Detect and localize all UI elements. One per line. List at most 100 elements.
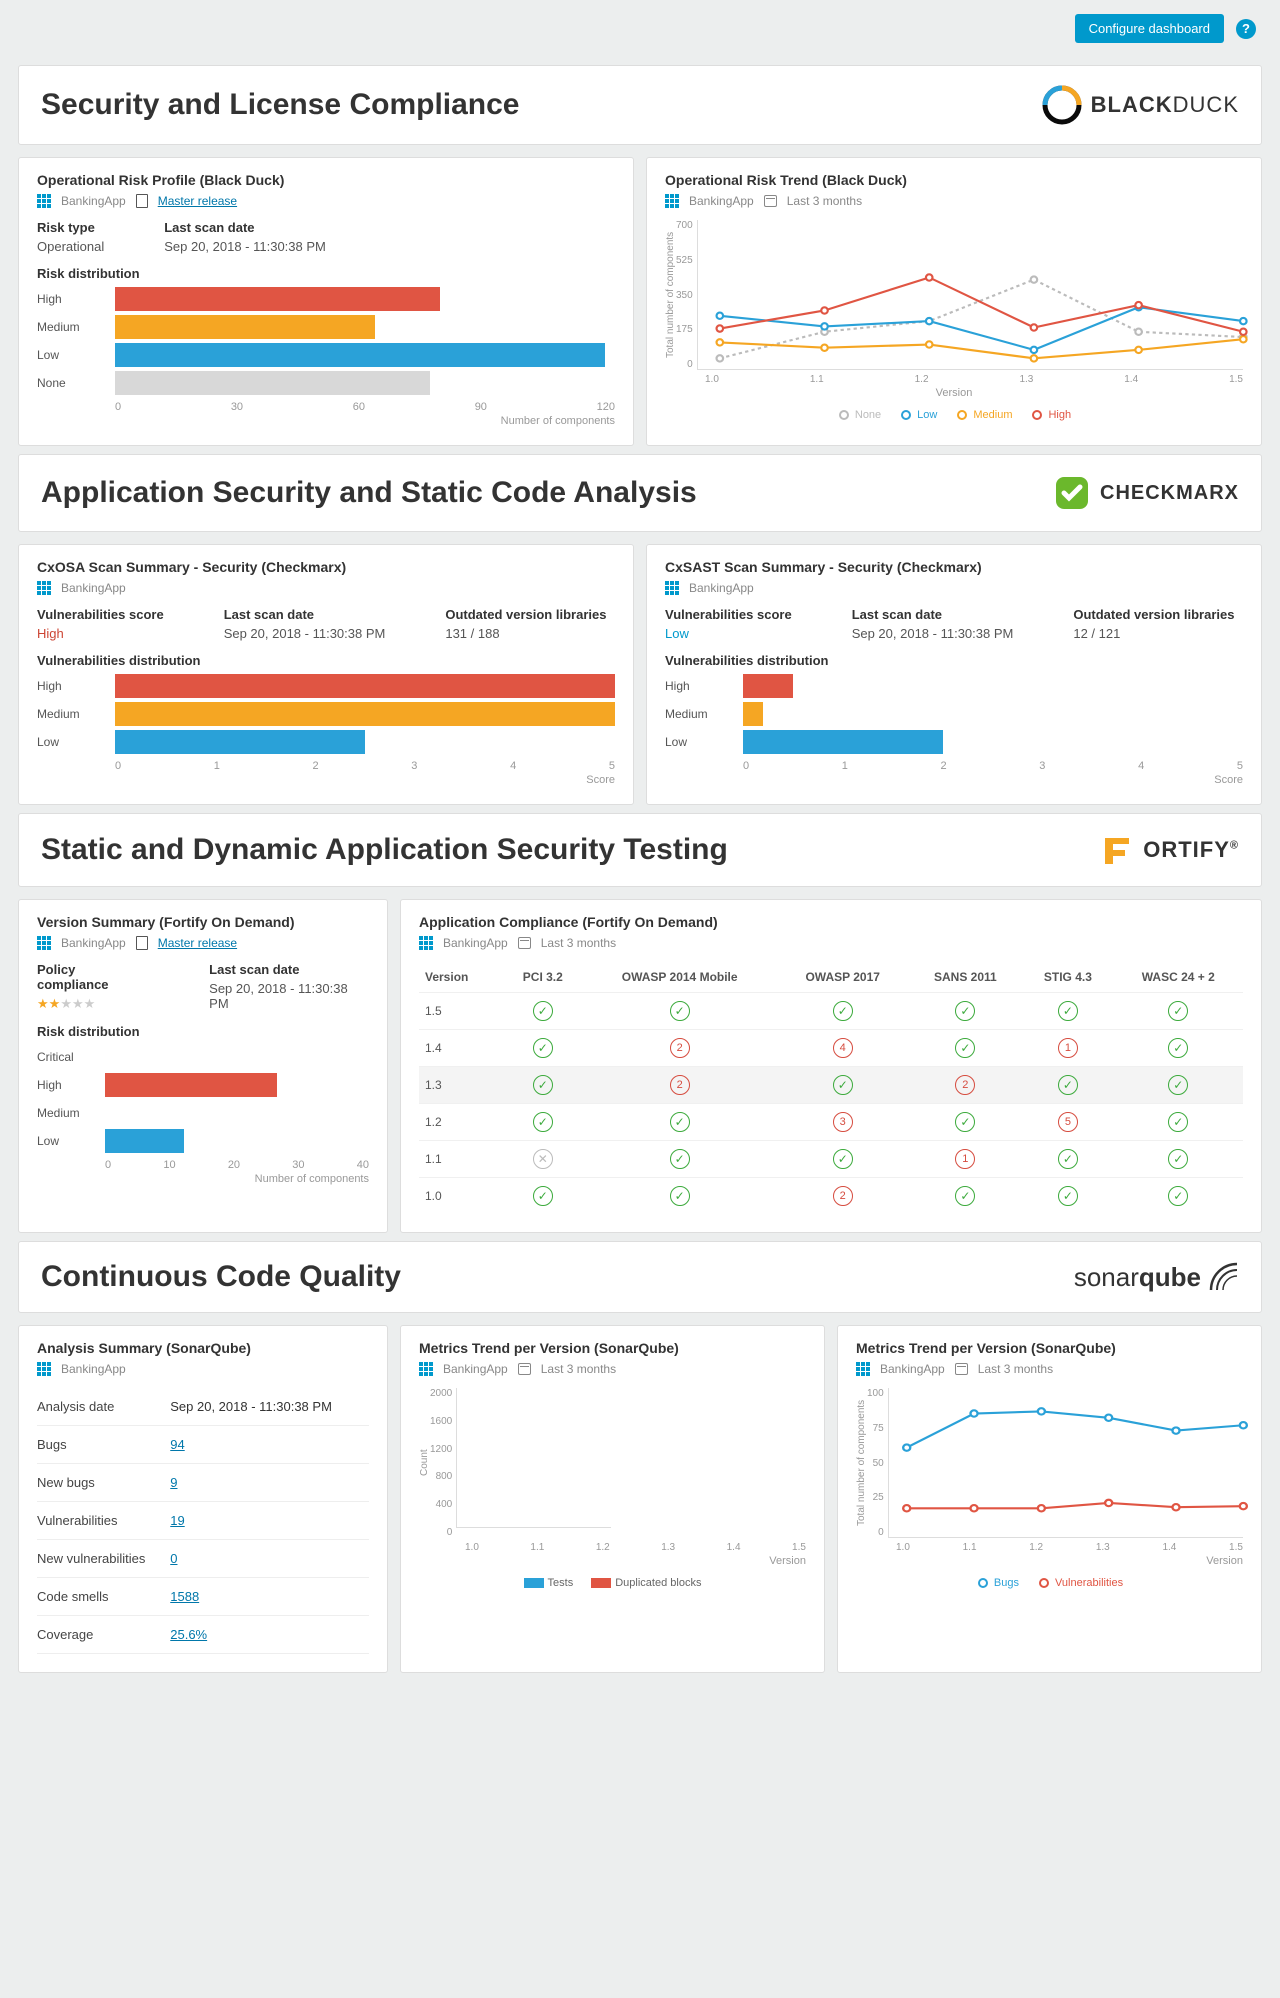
y-ticks: 2000160012008004000: [430, 1388, 456, 1538]
scan-date-label: Last scan date: [164, 220, 326, 235]
tick: 1.5: [792, 1542, 806, 1553]
release-link[interactable]: Master release: [158, 936, 237, 950]
metric-link[interactable]: 1588: [170, 1589, 199, 1604]
tick: 1.3: [1096, 1542, 1110, 1553]
tick: 120: [597, 401, 615, 413]
scan-date-value: Sep 20, 2018 - 11:30:38 PM: [164, 239, 326, 254]
tick: 1.2: [1029, 1542, 1043, 1553]
app-grid-icon: [37, 1362, 51, 1376]
summary-table: Analysis dateSep 20, 2018 - 11:30:38 PMB…: [37, 1388, 369, 1654]
app-grid-icon: [856, 1362, 870, 1376]
fail-badge: 3: [833, 1112, 853, 1132]
card-sonarqube-metrics-line: Metrics Trend per Version (SonarQube) Ba…: [837, 1325, 1262, 1673]
bar-medium: [115, 702, 615, 726]
metric-link[interactable]: 25.6%: [170, 1627, 207, 1642]
metric-link[interactable]: 9: [170, 1475, 177, 1490]
card-cxosa-summary: CxOSA Scan Summary - Security (Checkmarx…: [18, 544, 634, 805]
table-row[interactable]: 1.1✕✓✓1✓✓: [419, 1141, 1243, 1178]
section-header-security-license: Security and License Compliance BLACKDUC…: [18, 65, 1262, 145]
tick: 1.0: [465, 1542, 479, 1553]
tick: 1.0: [896, 1542, 910, 1553]
check-icon: ✓: [1168, 1038, 1188, 1058]
policy-label: Policy compliance: [37, 962, 149, 992]
axis-label: Number of components: [37, 415, 615, 427]
app-grid-icon: [37, 581, 51, 595]
x-icon: ✕: [533, 1149, 553, 1169]
bar-none: [115, 371, 430, 395]
bar-label: Medium: [37, 320, 107, 334]
configure-dashboard-button[interactable]: Configure dashboard: [1075, 14, 1224, 43]
bar-label: Critical: [37, 1050, 97, 1064]
help-icon[interactable]: ?: [1236, 19, 1256, 39]
card-title: CxSAST Scan Summary - Security (Checkmar…: [665, 559, 1243, 575]
fail-badge: 1: [1058, 1038, 1078, 1058]
app-name: BankingApp: [443, 1362, 508, 1376]
tick: 1: [842, 760, 848, 772]
card-title: Analysis Summary (SonarQube): [37, 1340, 369, 1356]
metric-link[interactable]: 0: [170, 1551, 177, 1566]
tick: 1.5: [1229, 374, 1243, 385]
date-range: Last 3 months: [978, 1362, 1053, 1376]
compliance-header: SANS 2011: [909, 962, 1023, 993]
scan-date-value: Sep 20, 2018 - 11:30:38 PM: [209, 981, 369, 1011]
metric-link[interactable]: 19: [170, 1513, 184, 1528]
table-row[interactable]: 1.5✓✓✓✓✓✓: [419, 993, 1243, 1030]
tick: 1.3: [1019, 374, 1033, 385]
brand-checkmarx: CHECKMARX: [1052, 473, 1239, 513]
table-row: Coverage25.6%: [37, 1616, 369, 1654]
metric-link[interactable]: 94: [170, 1437, 184, 1452]
tick: 60: [353, 401, 365, 413]
tick: 1.1: [963, 1542, 977, 1553]
tick: 1.2: [596, 1542, 610, 1553]
tick: 0: [115, 401, 121, 413]
tick: 4: [510, 760, 516, 772]
app-name: BankingApp: [880, 1362, 945, 1376]
section-header-sonarqube: Continuous Code Quality sonarqube: [18, 1241, 1262, 1313]
check-icon: ✓: [1058, 1149, 1078, 1169]
scan-date-value: Sep 20, 2018 - 11:30:38 PM: [224, 626, 386, 641]
vscore-label: Vulnerabilities score: [665, 607, 792, 622]
app-name: BankingApp: [61, 1362, 126, 1376]
y-axis-label: Total number of components: [856, 1388, 867, 1538]
check-icon: ✓: [533, 1112, 553, 1132]
bar-medium: [743, 702, 763, 726]
tick: 3: [1039, 760, 1045, 772]
check-icon: ✓: [533, 1075, 553, 1095]
card-fortify-compliance: Application Compliance (Fortify On Deman…: [400, 899, 1262, 1233]
legend: Tests Duplicated blocks: [419, 1577, 806, 1589]
card-title: Metrics Trend per Version (SonarQube): [856, 1340, 1243, 1356]
table-row[interactable]: 1.3✓2✓2✓✓: [419, 1067, 1243, 1104]
bar-low: [105, 1129, 184, 1153]
compliance-header: OWASP 2017: [777, 962, 909, 993]
brand-text: CHECKMARX: [1100, 482, 1239, 505]
tick: 1.3: [661, 1542, 675, 1553]
release-link[interactable]: Master release: [158, 194, 237, 208]
bar-label: High: [665, 679, 735, 693]
tick: 1.4: [1162, 1542, 1176, 1553]
date-range: Last 3 months: [541, 1362, 616, 1376]
app-name: BankingApp: [443, 936, 508, 950]
risk-type-label: Risk type: [37, 220, 104, 235]
calendar-icon: [518, 1363, 531, 1375]
compliance-header: WASC 24 + 2: [1114, 962, 1243, 993]
table-row: New bugs9: [37, 1464, 369, 1502]
tick: 1: [214, 760, 220, 772]
date-range: Last 3 months: [541, 936, 616, 950]
brand-sonarqube: sonarqube: [1074, 1262, 1239, 1293]
tick: 40: [357, 1159, 369, 1171]
table-row[interactable]: 1.2✓✓3✓5✓: [419, 1104, 1243, 1141]
fail-badge: 1: [955, 1149, 975, 1169]
axis-label: Number of components: [37, 1173, 369, 1185]
check-icon: ✓: [670, 1149, 690, 1169]
vuln-dist-chart: High Medium Low: [37, 674, 615, 754]
bar-label: Low: [37, 1134, 97, 1148]
table-row[interactable]: 1.4✓24✓1✓: [419, 1030, 1243, 1067]
bar-high: [105, 1073, 277, 1097]
legend: None Low Medium High: [665, 409, 1243, 421]
bar-label: Medium: [665, 707, 735, 721]
tick: 1.4: [727, 1542, 741, 1553]
tick: 0: [743, 760, 749, 772]
y-ticks: 7005253501750: [676, 220, 697, 370]
table-row[interactable]: 1.0✓✓2✓✓✓: [419, 1178, 1243, 1215]
table-row: Bugs94: [37, 1426, 369, 1464]
